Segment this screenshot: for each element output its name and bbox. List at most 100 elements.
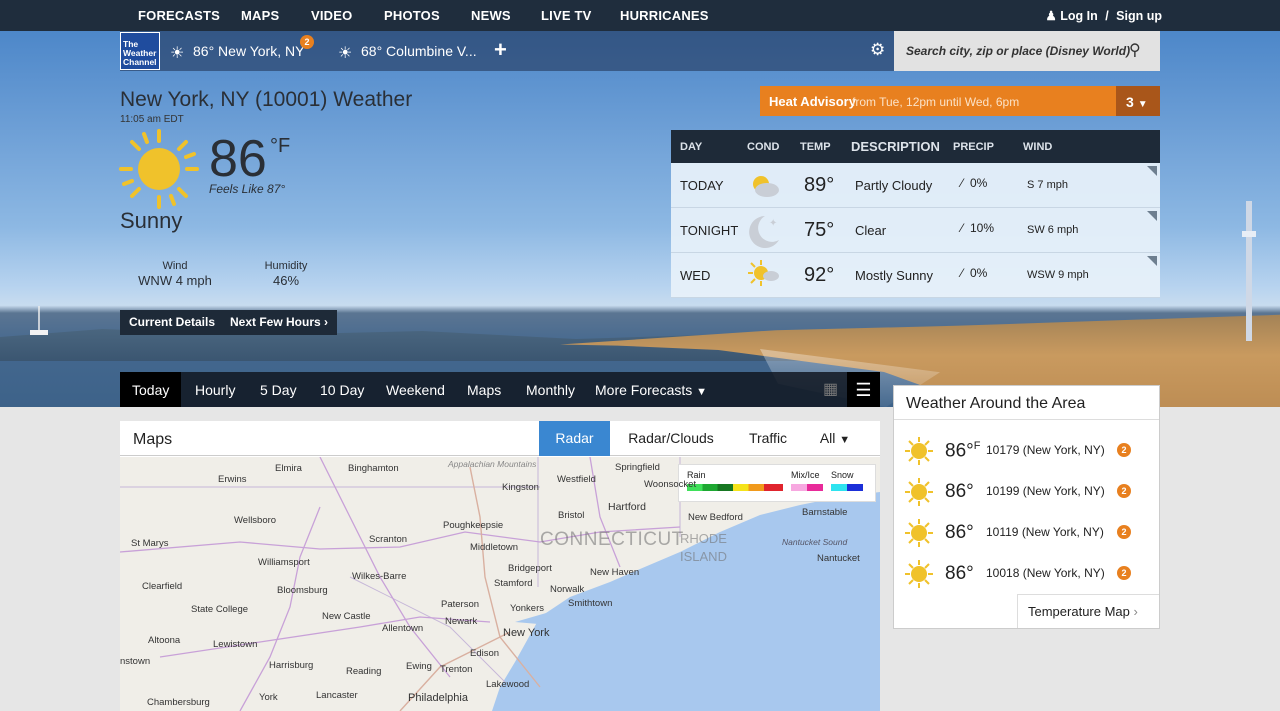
map-label: Wilkes-Barre [352,571,407,582]
tab-hourly[interactable]: Hourly [183,372,247,407]
map-label: Wellsboro [234,515,277,526]
expand-corner-icon[interactable] [1147,256,1157,266]
forecast-row-wed[interactable]: WED 92° Mostly Sunny ⁄ 0% WSW 9 mph [671,253,1160,298]
next-few-hours-button[interactable]: Next Few Hours › [221,310,338,335]
signup-link[interactable]: Sign up [1116,9,1162,23]
current-details-button[interactable]: Current Details [120,310,225,335]
nav-video[interactable]: VIDEO [311,8,352,23]
temperature-map-link[interactable]: Temperature Map › [1017,594,1159,628]
chevron-right-icon: › [324,315,329,329]
map-label: Lancaster [316,690,358,701]
map-label: Binghamton [348,463,399,474]
map-label: Lakewood [486,679,530,690]
list-view-icon[interactable]: ☰ [847,372,880,407]
map-label: New York [503,627,550,639]
list-item[interactable]: 86° 10018 (New York, NY) 2 [904,555,1154,591]
map-label: Appalachian Mountains [448,459,537,469]
map-label: Scranton [369,534,408,545]
location-bar: The Weather Channel ☀ 86° New York, NY 2… [120,31,894,71]
tab-5-day[interactable]: 5 Day [248,372,309,407]
grid-view-icon[interactable]: ▦ [814,372,847,407]
map-label: Bloomsburg [277,585,328,596]
nav-live-tv[interactable]: LIVE TV [541,8,592,23]
search-icon[interactable]: ⚲ [1129,40,1141,60]
maps-header: Maps Radar Radar/Clouds Traffic All ▼ [120,421,880,456]
around-temp-value: 86° [945,440,974,462]
chevron-down-icon: ▼ [696,386,708,398]
saved-location-2[interactable]: 68° Columbine V... [361,43,477,59]
tab-radar-clouds[interactable]: Radar/Clouds [620,421,722,456]
nav-photos[interactable]: PHOTOS [384,8,440,23]
tab-monthly[interactable]: Monthly [514,372,587,407]
more-forecasts-label: More Forecasts [595,382,693,398]
forecast-precip: 0% [970,266,988,280]
next-few-hours-label: Next Few Hours [230,315,321,329]
forecast-wind: S 7 mph [1027,179,1068,191]
moon-icon: ✦ [749,216,779,248]
forecast-row-today[interactable]: TODAY 89° Partly Cloudy ⁄ 0% S 7 mph [671,163,1160,208]
forecast-desc: Partly Cloudy [855,178,933,193]
heat-advisory-banner[interactable]: Heat Advisory from Tue, 12pm until Wed, … [760,86,1160,116]
list-item[interactable]: 86° 10199 (New York, NY) 2 [904,473,1154,509]
nav-maps[interactable]: MAPS [241,8,279,23]
alert-badge: 2 [1117,525,1131,539]
tab-today[interactable]: Today [120,372,182,407]
expand-corner-icon[interactable] [1147,166,1157,176]
wind-label: Wind [162,260,188,272]
search-input[interactable]: Search city, zip or place (Disney World)… [894,31,1160,71]
map-label: Lewistown [213,639,258,650]
forecast-desc: Clear [855,223,887,238]
login-link[interactable]: Log In [1060,9,1098,23]
tab-traffic[interactable]: Traffic [735,421,801,456]
sun-icon [905,519,933,547]
background-ride-tower [1242,201,1256,341]
map-label: Nantucket [817,553,860,564]
map-label: York [259,692,278,703]
legend-mix: Mix/Ice [791,470,820,480]
forecast-wind: WSW 9 mph [1027,269,1089,281]
temp-unit: °F [270,135,291,157]
advisory-count-button[interactable]: 3 ▼ [1116,86,1160,116]
add-location-icon[interactable]: + [494,37,507,63]
map-label: Reading [346,666,382,677]
map-label: New Bedford [688,512,743,523]
gear-icon[interactable]: ⚙ [870,40,885,60]
mix-scale [791,484,823,491]
list-item[interactable]: 86° 10119 (New York, NY) 2 [904,514,1154,550]
tab-more-forecasts[interactable]: More Forecasts ▼ [583,372,719,407]
tab-10-day[interactable]: 10 Day [308,372,376,407]
map-label: State College [191,604,249,615]
partly-cloudy-icon [753,176,779,197]
observation-time: 11:05 am EDT [120,114,184,125]
tab-weekend[interactable]: Weekend [374,372,457,407]
tab-all[interactable]: All ▼ [810,421,860,456]
forecast-tabs: Today Hourly 5 Day 10 Day Weekend Maps M… [120,372,880,407]
map-label: Edison [470,648,500,659]
snow-scale [831,484,863,491]
expand-corner-icon[interactable] [1147,211,1157,221]
nav-forecasts[interactable]: FORECASTS [138,8,220,23]
header-precip: PRECIP [953,141,994,153]
tab-maps[interactable]: Maps [455,372,513,407]
map-label: nstown [120,656,151,667]
list-item[interactable]: 86°F 10179 (New York, NY) 2 [904,432,1154,468]
forecast-temp: 75° [804,219,835,241]
nav-hurricanes[interactable]: HURRICANES [620,8,709,23]
radar-map[interactable]: Rain Mix/Ice Snow Elmira Binghamton Appa… [120,457,880,711]
map-label: Williamsport [258,557,310,568]
user-icon: ♟ [1045,9,1057,23]
legend-snow: Snow [831,470,854,480]
map-label: Altoona [148,635,181,646]
forecast-row-tonight[interactable]: TONIGHT ✦ 75° Clear ⁄ 10% SW 6 mph [671,208,1160,253]
header-day: DAY [680,141,703,153]
nav-news[interactable]: NEWS [471,8,511,23]
twc-logo[interactable]: The Weather Channel [120,32,160,70]
forecast-wind: SW 6 mph [1027,224,1079,236]
view-toggle: ▦ ☰ [814,372,880,407]
map-label: Erwins [218,474,247,485]
map-label: Nantucket Sound [782,537,848,547]
forecast-temp: 92° [804,264,835,286]
around-temp: 86°F [945,440,980,462]
tab-radar[interactable]: Radar [539,421,610,456]
saved-location-1[interactable]: 86° New York, NY [193,43,304,59]
